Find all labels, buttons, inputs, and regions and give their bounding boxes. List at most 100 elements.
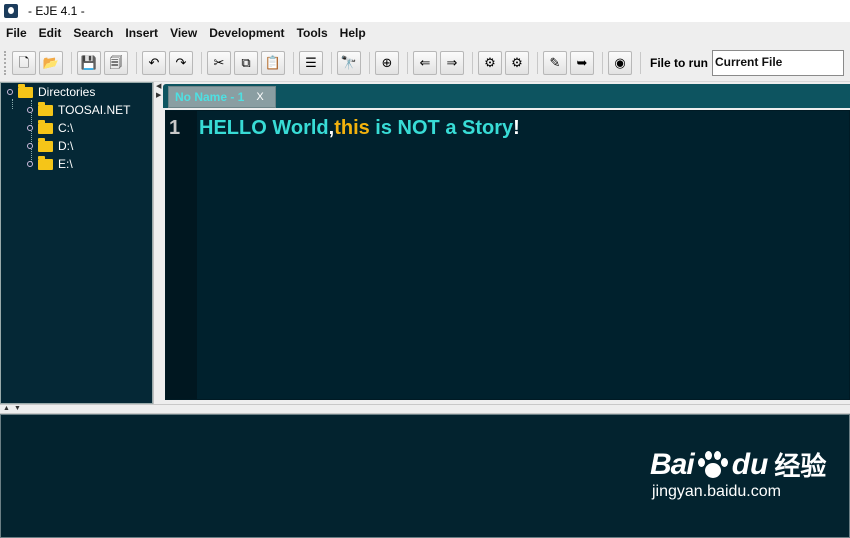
expand-node-icon[interactable] <box>27 125 33 131</box>
forward-arrow-icon: ⇒ <box>446 55 458 70</box>
folder-icon <box>38 119 53 134</box>
save-button[interactable]: 💾 <box>77 50 101 75</box>
run-button[interactable]: ◉ <box>608 50 632 75</box>
toolbar-separator <box>201 51 202 74</box>
menu-view[interactable]: View <box>170 26 197 40</box>
menu-edit[interactable]: Edit <box>39 26 62 40</box>
save-icon: 💾 <box>80 55 98 70</box>
tree-item-toosai[interactable]: TOOSAI.NET <box>27 101 130 119</box>
watermark-brand-left: Bai <box>650 447 695 481</box>
close-tab-icon[interactable]: X <box>256 91 263 103</box>
copy-button[interactable]: ⧉ <box>234 50 258 75</box>
toolbar-separator <box>71 51 72 74</box>
save-all-icon: 🗐 <box>109 55 123 70</box>
paste-button[interactable]: 📋 <box>261 50 285 75</box>
find-icon: 🔭 <box>340 55 358 70</box>
code-line[interactable]: HELLO World,this is NOT a Story! <box>199 117 520 140</box>
expand-node-icon[interactable] <box>27 161 33 167</box>
horizontal-splitter[interactable]: ▲ ▼ <box>0 404 850 414</box>
paw-icon <box>696 450 730 480</box>
tree-item-label: D:\ <box>58 139 74 153</box>
menu-development[interactable]: Development <box>209 26 284 40</box>
tree-item-e-drive[interactable]: E:\ <box>27 155 73 173</box>
directory-tree: Directories TOOSAI.NET C:\ D:\ E:\ <box>0 82 153 404</box>
build-gear-button[interactable]: ⚙ <box>505 50 529 75</box>
folder-icon <box>38 101 53 116</box>
paste-icon: 📋 <box>264 55 282 70</box>
tree-item-label: C:\ <box>58 121 74 135</box>
eje-app-icon[interactable] <box>4 4 18 18</box>
menu-bar: File Edit Search Insert View Development… <box>0 22 850 44</box>
tree-item-label: E:\ <box>58 157 73 171</box>
tree-root[interactable]: Directories <box>7 83 95 101</box>
back-arrow-icon: ⇐ <box>419 55 431 70</box>
code-token: HELLO World <box>199 117 329 139</box>
menu-help[interactable]: Help <box>340 26 366 40</box>
indent-icon: ☰ <box>305 55 317 70</box>
watermark-brand-right: du <box>731 447 769 481</box>
expand-down-icon[interactable]: ▼ <box>14 405 21 412</box>
run-icon: ◉ <box>614 55 626 70</box>
open-file-icon: 📂 <box>42 55 60 70</box>
folder-icon <box>38 155 53 170</box>
folder-icon <box>18 83 33 98</box>
save-all-button[interactable]: 🗐 <box>104 50 128 75</box>
tab-no-name-1[interactable]: No Name - 1 X <box>168 86 276 108</box>
edit-doc-icon: ✎ <box>549 55 561 70</box>
tree-item-c-drive[interactable]: C:\ <box>27 119 73 137</box>
toolbar-separator <box>472 51 473 74</box>
menu-search[interactable]: Search <box>73 26 113 40</box>
cut-icon: ✂ <box>213 55 225 70</box>
expand-node-icon[interactable] <box>7 89 13 95</box>
toolbar-separator <box>407 51 408 74</box>
find-button[interactable]: 🔭 <box>337 50 361 75</box>
tree-root-label: Directories <box>38 85 96 99</box>
collapse-left-icon[interactable]: ◀ <box>156 82 161 90</box>
collapse-up-icon[interactable]: ▲ <box>3 405 10 412</box>
new-file-icon: 🗋 <box>18 55 30 70</box>
open-file-button[interactable]: 📂 <box>39 50 63 75</box>
undo-button[interactable]: ↶ <box>142 50 166 75</box>
build-gear-icon: ⚙ <box>511 55 523 70</box>
expand-node-icon[interactable] <box>27 143 33 149</box>
toolbar-separator <box>136 51 137 74</box>
menu-tools[interactable]: Tools <box>297 26 328 40</box>
new-file-button[interactable]: 🗋 <box>12 50 36 75</box>
line-number-gutter: 1 <box>166 111 197 399</box>
watermark-url: jingyan.baidu.com <box>652 483 781 500</box>
code-editor[interactable]: 1 HELLO World,this is NOT a Story! <box>165 110 850 400</box>
toolbar-separator <box>602 51 603 74</box>
menu-file[interactable]: File <box>6 26 27 40</box>
tree-item-d-drive[interactable]: D:\ <box>27 137 73 155</box>
window-title: - EJE 4.1 - <box>28 4 85 18</box>
editor-area: No Name - 1 X 1 HELLO World,this is NOT … <box>163 82 850 404</box>
undo-icon: ↶ <box>148 55 160 70</box>
edit-doc-button[interactable]: ✎ <box>543 50 567 75</box>
toolbar-separator <box>369 51 370 74</box>
redo-button[interactable]: ↷ <box>169 50 193 75</box>
toolbar-separator <box>331 51 332 74</box>
toolbar-separator <box>640 51 641 74</box>
file-to-run-label: File to run <box>650 55 708 70</box>
cut-button[interactable]: ✂ <box>207 50 231 75</box>
tree-item-label: TOOSAI.NET <box>58 103 131 117</box>
back-arrow-button[interactable]: ⇐ <box>413 50 437 75</box>
toolbar-grip[interactable] <box>4 50 8 75</box>
add-bookmark-button[interactable]: ⊕ <box>375 50 399 75</box>
redo-icon: ↷ <box>175 55 187 70</box>
toolbar-separator <box>293 51 294 74</box>
file-to-run-select[interactable]: Current File <box>712 49 844 76</box>
menu-insert[interactable]: Insert <box>125 26 158 40</box>
export-button[interactable]: ➥ <box>570 50 594 75</box>
expand-right-icon[interactable]: ▶ <box>156 91 161 99</box>
title-bar: - EJE 4.1 - <box>0 0 850 22</box>
indent-button[interactable]: ☰ <box>299 50 323 75</box>
code-token: this <box>334 117 370 139</box>
vertical-splitter[interactable]: ◀ ▶ <box>153 82 163 404</box>
toolbar-separator <box>537 51 538 74</box>
forward-arrow-button[interactable]: ⇒ <box>440 50 464 75</box>
compile-gear-button[interactable]: ⚙ <box>478 50 502 75</box>
add-bookmark-icon: ⊕ <box>381 55 393 70</box>
code-token: is NOT a Story <box>369 117 514 139</box>
expand-node-icon[interactable] <box>27 107 33 113</box>
